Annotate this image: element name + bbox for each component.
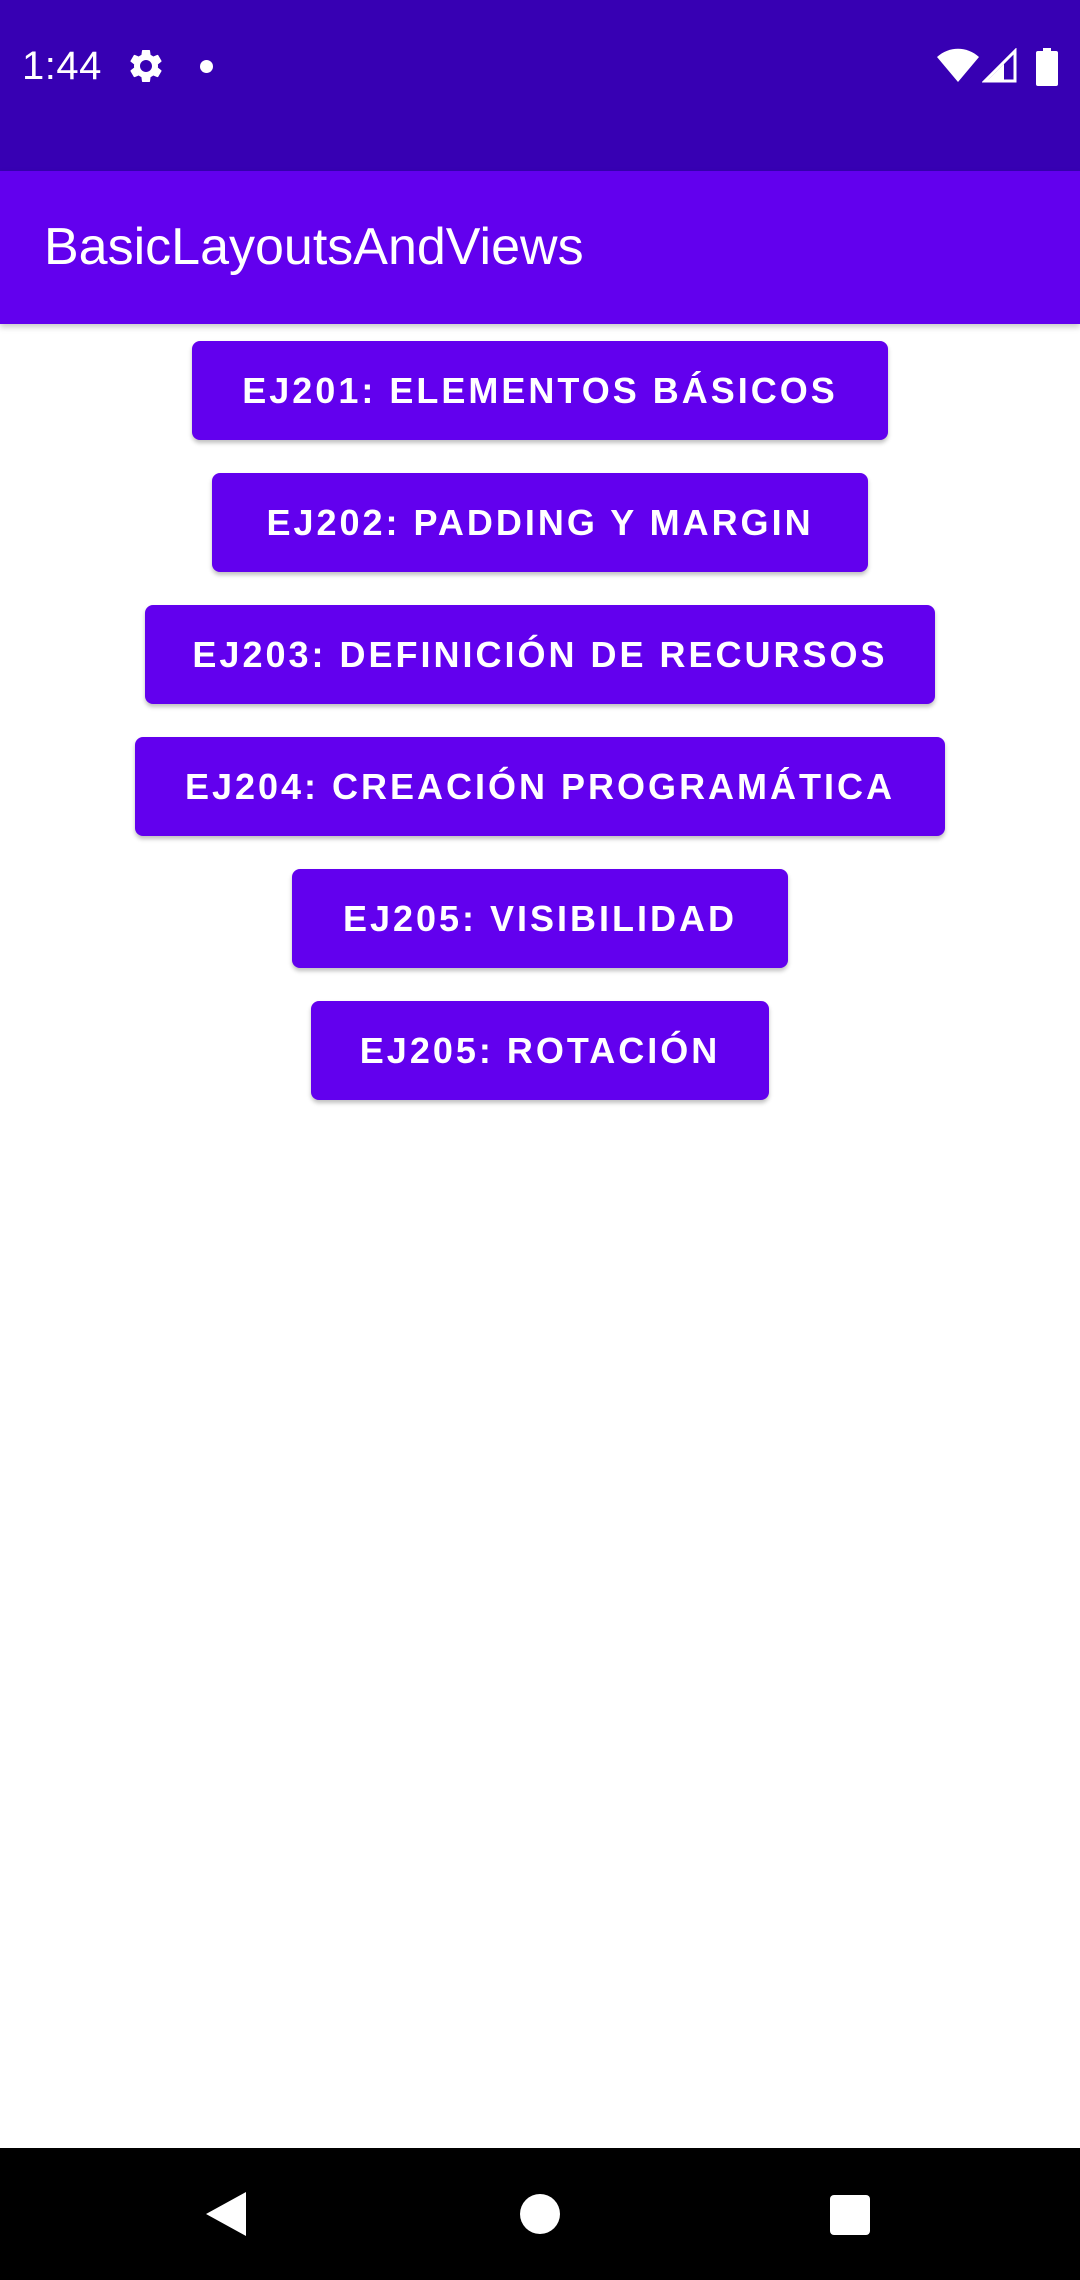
- battery-icon: [1036, 48, 1058, 86]
- ej205-visibilidad-button[interactable]: EJ205: VISIBILIDAD: [292, 869, 788, 968]
- button-list: EJ201: ELEMENTOS BÁSICOS EJ202: PADDING …: [0, 324, 1080, 2148]
- ej204-button[interactable]: EJ204: CREACIÓN PROGRAMÁTICA: [135, 737, 945, 836]
- ej201-button[interactable]: EJ201: ELEMENTOS BÁSICOS: [192, 341, 888, 440]
- ej203-button[interactable]: EJ203: DEFINICIÓN DE RECURSOS: [145, 605, 935, 704]
- signal-icon: [982, 48, 1017, 83]
- home-icon[interactable]: [520, 2194, 560, 2234]
- app-title: BasicLayoutsAndViews: [44, 218, 584, 276]
- screen: 1:44 BasicLayoutsAndViews EJ201: ELEMENT…: [0, 0, 1080, 2280]
- ej205-rotacion-button[interactable]: EJ205: ROTACIÓN: [311, 1001, 769, 1100]
- status-time: 1:44: [22, 44, 102, 88]
- wifi-icon: [937, 48, 979, 82]
- navigation-bar: [0, 2148, 1080, 2280]
- ej202-button[interactable]: EJ202: PADDING Y MARGIN: [212, 473, 868, 572]
- back-icon[interactable]: [204, 2190, 248, 2238]
- status-bar: 1:44: [0, 0, 1080, 171]
- gear-icon: [130, 49, 162, 82]
- app-bar: BasicLayoutsAndViews: [0, 171, 1080, 324]
- notification-dot-icon: [200, 60, 213, 73]
- recents-icon[interactable]: [830, 2195, 870, 2235]
